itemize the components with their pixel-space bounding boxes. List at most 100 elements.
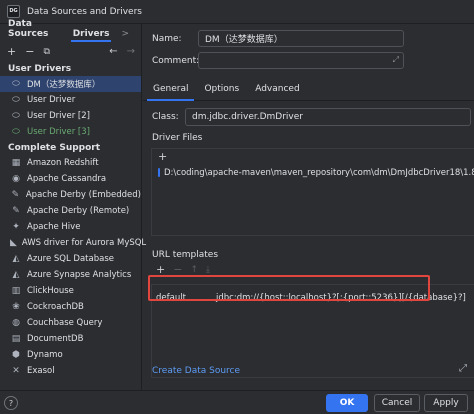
driver-label: Apache Derby (Embedded) xyxy=(25,190,141,200)
driver-item[interactable]: ◣ AWS driver for Aurora MySQL xyxy=(0,235,146,251)
remove-icon[interactable]: − xyxy=(25,45,34,58)
driver-label: Apache Derby (Remote) xyxy=(27,206,130,216)
driver-item[interactable]: ▥ ClickHouse xyxy=(0,283,141,299)
driver-icon: ⬭ xyxy=(12,79,20,89)
driver-label: Amazon Redshift xyxy=(27,158,99,168)
cassandra-icon: ◉ xyxy=(12,174,20,184)
couchbase-icon: ◍ xyxy=(12,318,20,328)
driver-item[interactable]: ◍ Couchbase Query xyxy=(0,315,141,331)
apply-button[interactable]: Apply xyxy=(424,394,468,412)
derby-icon: ✎ xyxy=(12,206,20,216)
driver-label: User Driver [2] xyxy=(27,111,90,121)
driver-icon: ⬭ xyxy=(12,95,20,105)
driver-files-toolbar: + xyxy=(152,149,474,164)
driver-item-user-driver-2[interactable]: ⬭ User Driver [2] xyxy=(0,108,141,124)
tab-advanced[interactable]: Advanced xyxy=(255,84,299,100)
driver-label: DocumentDB xyxy=(27,334,84,344)
comment-label: Comment: xyxy=(152,55,200,66)
driver-label: Couchbase Query xyxy=(27,318,103,328)
class-label: Class: xyxy=(152,112,179,122)
driver-icon: ⬭ xyxy=(12,111,20,121)
dynamo-icon: ⬢ xyxy=(12,350,20,360)
back-arrow-icon[interactable]: ← xyxy=(109,46,117,57)
title-bar: DG Data Sources and Drivers xyxy=(0,0,474,24)
driver-item[interactable]: ✎ Apache Derby (Remote) xyxy=(0,203,141,219)
name-field[interactable]: DM（达梦数据库） xyxy=(198,30,404,47)
complete-support-header: Complete Support xyxy=(8,143,101,153)
driver-icon: ⬭ xyxy=(12,127,20,137)
driver-item[interactable]: ✦ Apache Hive xyxy=(0,219,141,235)
driver-label: Apache Cassandra xyxy=(27,174,107,184)
driver-label: AWS driver for Aurora MySQL xyxy=(21,238,147,248)
class-row: Class: dm.jdbc.driver.DmDriver xyxy=(152,108,471,126)
driver-item[interactable]: ◉ Apache Cassandra xyxy=(0,171,141,187)
tab-general[interactable]: General xyxy=(146,84,196,101)
cancel-button[interactable]: Cancel xyxy=(374,394,420,412)
move-down-icon[interactable]: ⤓ xyxy=(206,265,210,275)
driver-item-user-driver[interactable]: ⬭ User Driver xyxy=(0,92,141,108)
driver-item[interactable]: ✕ Exasol xyxy=(0,363,141,379)
driver-item[interactable]: ⬢ Dynamo xyxy=(0,347,141,363)
aws-icon: ◣ xyxy=(10,238,17,248)
comment-row: Comment: ⤢ xyxy=(152,52,404,69)
left-panel: Data Sources Drivers > + − ⧉ ← → User Dr… xyxy=(0,19,146,390)
url-templates-label: URL templates xyxy=(152,250,219,260)
driver-label: CockroachDB xyxy=(27,302,84,312)
driver-label: Azure Synapse Analytics xyxy=(27,270,132,280)
exasol-icon: ✕ xyxy=(12,366,20,376)
driver-item[interactable]: ▤ DocumentDB xyxy=(0,331,141,347)
left-tabs: Data Sources Drivers > xyxy=(0,19,141,42)
driver-files-list: + D:\coding\apache-maven\maven_repositor… xyxy=(151,148,474,236)
datagrip-app-icon: DG xyxy=(7,5,20,18)
driver-item[interactable]: ◭ Azure Synapse Analytics xyxy=(0,267,141,283)
driver-settings-panel: Name: DM（达梦数据库） Comment: ⤢ General Optio… xyxy=(143,24,474,390)
driver-label: DM（达梦数据库） xyxy=(27,80,101,90)
user-drivers-header: User Drivers xyxy=(8,64,72,74)
duplicate-icon[interactable]: ⧉ xyxy=(43,47,49,57)
driver-item[interactable]: ▦ Amazon Redshift xyxy=(0,155,141,171)
driver-label: User Driver [3] xyxy=(27,127,90,137)
tab-drivers[interactable]: Drivers xyxy=(70,29,112,42)
add-file-icon[interactable]: + xyxy=(158,150,167,163)
left-toolbar: + − ⧉ ← → xyxy=(0,42,141,61)
driver-label: Apache Hive xyxy=(27,222,81,232)
driver-files-label: Driver Files xyxy=(152,133,203,143)
jar-file-icon xyxy=(158,168,160,177)
driver-item[interactable]: ❀ CockroachDB xyxy=(0,299,141,315)
driver-label: User Driver xyxy=(27,95,76,105)
documentdb-icon: ▤ xyxy=(11,334,21,344)
driver-file-item[interactable]: D:\coding\apache-maven\maven_repository\… xyxy=(152,164,474,181)
expand-field-icon[interactable]: ⤢ xyxy=(393,55,399,65)
azure-icon: ◭ xyxy=(12,254,20,264)
driver-item[interactable]: ◭ Azure SQL Database xyxy=(0,251,141,267)
derby-icon: ✎ xyxy=(11,190,20,200)
cockroach-icon: ❀ xyxy=(12,302,20,312)
add-icon[interactable]: + xyxy=(7,45,16,58)
driver-item-user-driver-3[interactable]: ⬭ User Driver [3] xyxy=(0,124,141,140)
name-label: Name: xyxy=(152,33,182,44)
settings-tabs: General Options Advanced xyxy=(143,79,474,101)
move-up-icon[interactable]: ↑ xyxy=(190,265,198,275)
clickhouse-icon: ▥ xyxy=(11,286,21,296)
dialog-footer: ? OK Cancel Apply xyxy=(0,390,474,414)
driver-label: Dynamo xyxy=(27,350,63,360)
redshift-icon: ▦ xyxy=(11,158,21,168)
more-tabs-icon[interactable]: > xyxy=(121,29,129,42)
window-title: Data Sources and Drivers xyxy=(27,6,142,17)
driver-item-dm[interactable]: ⬭ DM（达梦数据库） xyxy=(0,76,141,92)
create-data-source-link[interactable]: Create Data Source xyxy=(152,366,240,376)
driver-label: Exasol xyxy=(27,366,55,376)
class-field[interactable]: dm.jdbc.driver.DmDriver xyxy=(185,108,471,126)
ok-button[interactable]: OK xyxy=(326,394,368,412)
tab-data-sources[interactable]: Data Sources xyxy=(6,19,61,42)
help-button[interactable]: ? xyxy=(4,396,18,410)
forward-arrow-icon[interactable]: → xyxy=(127,46,135,57)
comment-field[interactable]: ⤢ xyxy=(198,52,404,69)
annotation-highlight-box xyxy=(148,275,430,301)
azure-icon: ◭ xyxy=(12,270,20,280)
expand-panel-icon[interactable]: ⤢ xyxy=(459,364,469,374)
driver-item[interactable]: ✎ Apache Derby (Embedded) xyxy=(0,187,141,203)
hive-icon: ✦ xyxy=(12,222,20,232)
name-row: Name: DM（达梦数据库） xyxy=(152,30,404,47)
tab-options[interactable]: Options xyxy=(204,84,239,100)
